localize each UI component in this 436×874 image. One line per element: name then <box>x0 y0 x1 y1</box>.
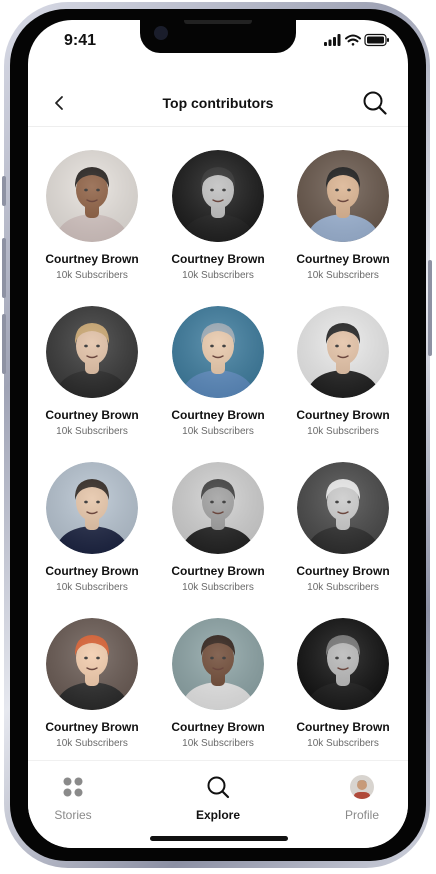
contributor-card[interactable]: Courtney Brown 10k Subscribers <box>283 150 403 281</box>
tab-profile-label: Profile <box>344 808 379 822</box>
tab-bar: Stories Explore Profile <box>28 760 408 848</box>
avatar <box>350 775 374 799</box>
tab-profile[interactable]: Profile <box>317 775 407 822</box>
contributor-name: Courtney Brown <box>45 252 139 266</box>
signal-icon <box>324 34 341 46</box>
contributor-name: Courtney Brown <box>171 564 265 578</box>
power-button <box>428 260 432 356</box>
contributor-subscribers: 10k Subscribers <box>56 738 128 749</box>
contributor-avatar[interactable] <box>46 150 138 242</box>
contributor-subscribers: 10k Subscribers <box>307 270 379 281</box>
wifi-icon <box>345 34 361 46</box>
contributor-subscribers: 10k Subscribers <box>182 426 254 437</box>
contributor-avatar[interactable] <box>46 462 138 554</box>
contributor-subscribers: 10k Subscribers <box>307 582 379 593</box>
contributor-card[interactable]: Courtney Brown 10k Subscribers <box>158 150 278 281</box>
contributor-avatar[interactable] <box>297 150 389 242</box>
contributor-name: Courtney Brown <box>171 408 265 422</box>
contributor-card[interactable]: Courtney Brown 10k Subscribers <box>32 462 152 593</box>
battery-icon <box>364 33 389 47</box>
notch <box>140 20 296 53</box>
contributor-card[interactable]: Courtney Brown 10k Subscribers <box>32 306 152 437</box>
speaker <box>184 20 252 24</box>
contributor-subscribers: 10k Subscribers <box>56 270 128 281</box>
contributor-avatar[interactable] <box>46 306 138 398</box>
volume-down-button <box>2 314 6 374</box>
tab-explore[interactable]: Explore <box>173 775 263 822</box>
header: Top contributors <box>28 82 408 127</box>
contributor-avatar[interactable] <box>172 462 264 554</box>
tab-stories-label: Stories <box>54 808 92 822</box>
contributor-avatar[interactable] <box>46 618 138 710</box>
contributor-avatar[interactable] <box>297 618 389 710</box>
contributor-subscribers: 10k Subscribers <box>307 738 379 749</box>
contributor-card[interactable]: Courtney Brown 10k Subscribers <box>283 306 403 437</box>
contributor-card[interactable]: Courtney Brown 10k Subscribers <box>283 462 403 593</box>
contributor-name: Courtney Brown <box>45 564 139 578</box>
mute-switch <box>2 176 6 206</box>
search-icon <box>207 776 230 799</box>
home-indicator <box>150 836 288 841</box>
contributor-card[interactable]: Courtney Brown 10k Subscribers <box>283 618 403 749</box>
contributor-card[interactable]: Courtney Brown 10k Subscribers <box>158 462 278 593</box>
search-button[interactable] <box>362 90 388 116</box>
contributor-card[interactable]: Courtney Brown 10k Subscribers <box>158 306 278 437</box>
page-title: Top contributors <box>162 95 274 111</box>
search-icon <box>363 91 387 115</box>
contributor-card[interactable]: Courtney Brown 10k Subscribers <box>32 150 152 281</box>
contributor-avatar[interactable] <box>297 306 389 398</box>
contributor-card[interactable]: Courtney Brown 10k Subscribers <box>158 618 278 749</box>
contributor-avatar[interactable] <box>172 306 264 398</box>
contributor-card[interactable]: Courtney Brown 10k Subscribers <box>32 618 152 749</box>
contributor-subscribers: 10k Subscribers <box>182 582 254 593</box>
contributor-name: Courtney Brown <box>171 720 265 734</box>
contributor-name: Courtney Brown <box>296 408 390 422</box>
contributor-name: Courtney Brown <box>45 720 139 734</box>
status-icons <box>324 33 390 47</box>
tab-explore-label: Explore <box>195 808 240 822</box>
contributor-subscribers: 10k Subscribers <box>307 426 379 437</box>
contributor-name: Courtney Brown <box>296 252 390 266</box>
contributor-name: Courtney Brown <box>45 408 139 422</box>
status-time: 9:41 <box>64 32 97 49</box>
tab-stories[interactable]: Stories <box>28 775 118 822</box>
contributor-name: Courtney Brown <box>296 564 390 578</box>
grid-icon <box>63 777 83 797</box>
contributor-avatar[interactable] <box>297 462 389 554</box>
contributor-subscribers: 10k Subscribers <box>182 738 254 749</box>
front-camera <box>154 26 168 40</box>
contributor-subscribers: 10k Subscribers <box>56 582 128 593</box>
contributor-avatar[interactable] <box>172 150 264 242</box>
contributor-name: Courtney Brown <box>171 252 265 266</box>
contributor-subscribers: 10k Subscribers <box>56 426 128 437</box>
contributor-avatar[interactable] <box>172 618 264 710</box>
volume-up-button <box>2 238 6 298</box>
contributor-subscribers: 10k Subscribers <box>182 270 254 281</box>
contributor-name: Courtney Brown <box>296 720 390 734</box>
screen: 9:41 Top contributors Courtney Brown 10k… <box>28 20 408 848</box>
